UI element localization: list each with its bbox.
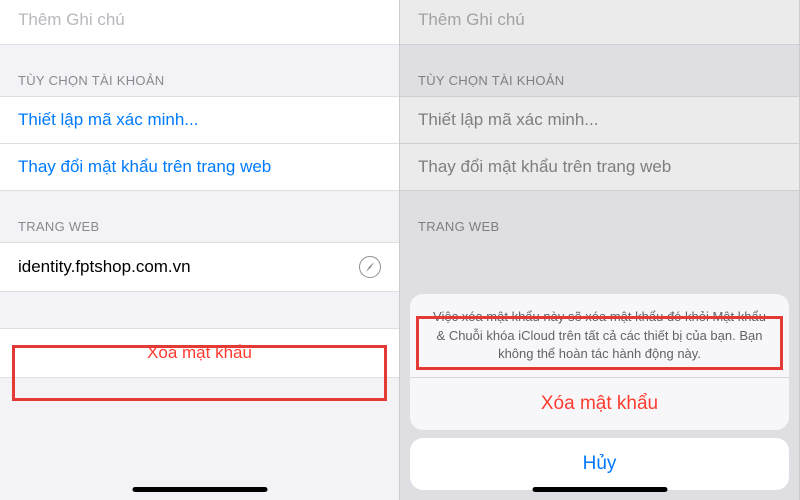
website-row[interactable]: identity.fptshop.com.vn bbox=[0, 242, 399, 292]
home-indicator[interactable] bbox=[532, 487, 667, 492]
change-password-website-link[interactable]: Thay đổi mật khẩu trên trang web bbox=[0, 143, 399, 190]
account-options-header: TÙY CHỌN TÀI KHOẢN bbox=[0, 45, 399, 96]
delete-password-button[interactable]: Xóa mật khẩu bbox=[0, 328, 399, 378]
action-sheet: Việc xóa mật khẩu này sẽ xóa mật khẩu đó… bbox=[410, 294, 789, 490]
setup-verification-code-link[interactable]: Thiết lập mã xác minh... bbox=[0, 97, 399, 143]
action-sheet-cancel-button[interactable]: Hủy bbox=[410, 438, 789, 490]
phone-right: Thêm Ghi chú TÙY CHỌN TÀI KHOẢN Thiết lậ… bbox=[400, 0, 800, 500]
safari-icon bbox=[359, 256, 381, 278]
action-sheet-delete-button[interactable]: Xóa mật khẩu bbox=[410, 378, 789, 430]
website-header: TRANG WEB bbox=[0, 191, 399, 242]
add-notes-field[interactable]: Thêm Ghi chú bbox=[0, 0, 399, 45]
website-value: identity.fptshop.com.vn bbox=[18, 257, 191, 277]
phone-left: Thêm Ghi chú TÙY CHỌN TÀI KHOẢN Thiết lậ… bbox=[0, 0, 400, 500]
home-indicator[interactable] bbox=[132, 487, 267, 492]
action-sheet-message: Việc xóa mật khẩu này sẽ xóa mật khẩu đó… bbox=[410, 294, 789, 378]
